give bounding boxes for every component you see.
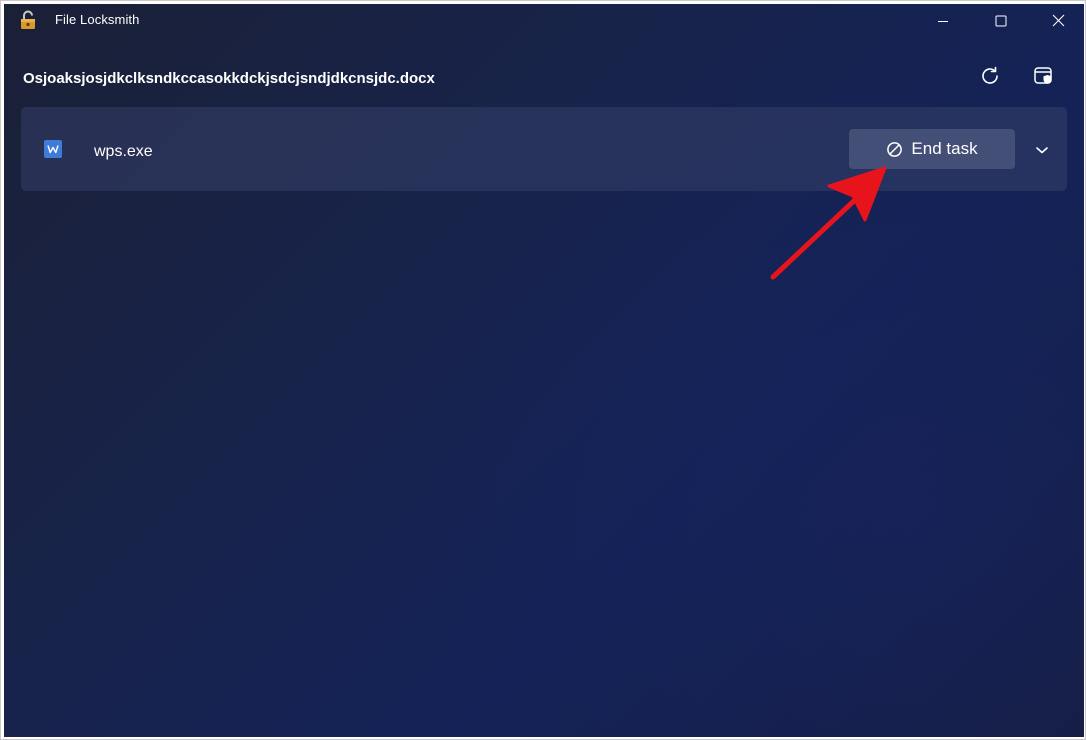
screenshot-frame: File Locksmith Osjoaksjosjdkclksndkccaso… — [0, 0, 1086, 740]
shield-window-icon — [1034, 67, 1052, 84]
close-button[interactable] — [1035, 4, 1081, 37]
maximize-icon — [995, 15, 1007, 26]
restart-as-admin-button[interactable] — [1027, 59, 1061, 93]
refresh-icon — [982, 66, 998, 84]
process-name: wps.exe — [94, 143, 153, 160]
wps-app-icon — [44, 140, 62, 158]
padlock-icon — [20, 10, 38, 30]
title-bar[interactable]: File Locksmith — [4, 4, 1084, 37]
maximize-button[interactable] — [978, 4, 1024, 37]
app-window: File Locksmith Osjoaksjosjdkclksndkccaso… — [4, 4, 1084, 737]
expand-button[interactable] — [1027, 135, 1057, 165]
refresh-button[interactable] — [973, 59, 1007, 93]
process-row-wps[interactable]: wps.exe End task — [21, 107, 1067, 191]
minimize-button[interactable] — [920, 4, 966, 37]
file-name-heading: Osjoaksjosjdkclksndkccasokkdckjsdcjsndjd… — [23, 70, 435, 87]
minimize-icon — [938, 20, 948, 22]
chevron-down-icon — [1036, 147, 1048, 154]
annotation-arrow — [770, 166, 887, 280]
prohibited-icon — [887, 141, 903, 157]
close-icon — [1052, 14, 1064, 27]
window-title: File Locksmith — [55, 12, 140, 27]
end-task-label: End task — [911, 138, 978, 158]
